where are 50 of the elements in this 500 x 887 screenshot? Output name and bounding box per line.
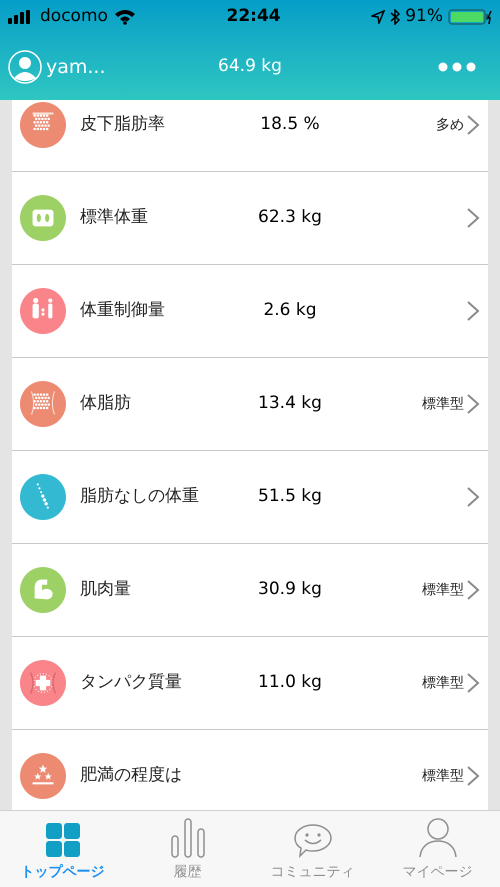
smiley-chat-icon	[294, 824, 332, 858]
carrier-name: docomo	[40, 5, 108, 28]
metric-status: 標準型	[422, 766, 464, 786]
metric-value: 13.4 kg	[257, 392, 323, 416]
metric-value: 2.6 kg	[262, 299, 318, 322]
metric-value: 62.3 kg	[257, 206, 323, 230]
metric-value: 18.5 %	[259, 113, 321, 136]
current-weight: 64.9 kg	[218, 55, 282, 78]
metric-label: 体重制御量	[80, 299, 166, 322]
bar-chart-icon	[170, 818, 204, 858]
metric-label: 皮下脂肪率	[80, 113, 166, 136]
grid-icon	[44, 822, 80, 858]
metric-status: 標準型	[422, 394, 464, 414]
metric-status: 標準型	[422, 674, 464, 692]
metric-value: 30.9 kg	[257, 578, 323, 602]
metric-row[interactable]: 体脂肪 13.4 kg 標準型	[12, 358, 488, 451]
metric-label: 標準体重	[80, 206, 149, 230]
metric-label: 肌肉量	[80, 578, 132, 602]
metric-row[interactable]: 脂肪なしの体重 51.5 kg	[12, 451, 488, 544]
chevron-right-icon	[466, 579, 480, 601]
chevron-right-icon	[466, 672, 480, 694]
chevron-right-icon	[466, 486, 480, 508]
metric-row[interactable]: 標準体重 62.3 kg	[12, 172, 488, 265]
metric-label: 体脂肪	[80, 392, 132, 416]
metric-status: 標準型	[422, 580, 464, 600]
chevron-right-icon	[466, 114, 480, 136]
chevron-right-icon	[466, 207, 480, 229]
clock-time: 22:44	[226, 5, 281, 28]
location-arrow-icon	[371, 10, 386, 24]
metric-row[interactable]: 体重制御量 2.6 kg	[12, 265, 488, 358]
chevron-right-icon	[466, 300, 480, 322]
metric-row[interactable]: 皮下脂肪率 18.5 % 多め	[12, 100, 488, 172]
avatar-icon[interactable]	[8, 50, 42, 84]
metric-row[interactable]: タンパク質量 11.0 kg 標準型	[12, 637, 488, 730]
more-icon[interactable]	[438, 62, 476, 72]
battery-icon	[448, 9, 492, 25]
battery-percent: 91%	[405, 5, 443, 28]
metric-row[interactable]: 肌肉量 30.9 kg 標準型	[12, 544, 488, 637]
chevron-right-icon	[466, 393, 480, 415]
metric-value: 11.0 kg	[257, 671, 323, 694]
wifi-icon	[114, 9, 136, 25]
chevron-right-icon	[466, 765, 480, 787]
bluetooth-icon	[390, 9, 400, 25]
user-name: yam...	[46, 54, 106, 80]
metric-label: 肥満の程度は	[80, 764, 183, 788]
metric-value: 51.5 kg	[257, 485, 323, 508]
person-icon	[418, 818, 456, 858]
metric-label: タンパク質量	[80, 671, 183, 694]
metric-status: 多め	[436, 116, 464, 134]
metric-label: 脂肪なしの体重	[80, 485, 200, 508]
